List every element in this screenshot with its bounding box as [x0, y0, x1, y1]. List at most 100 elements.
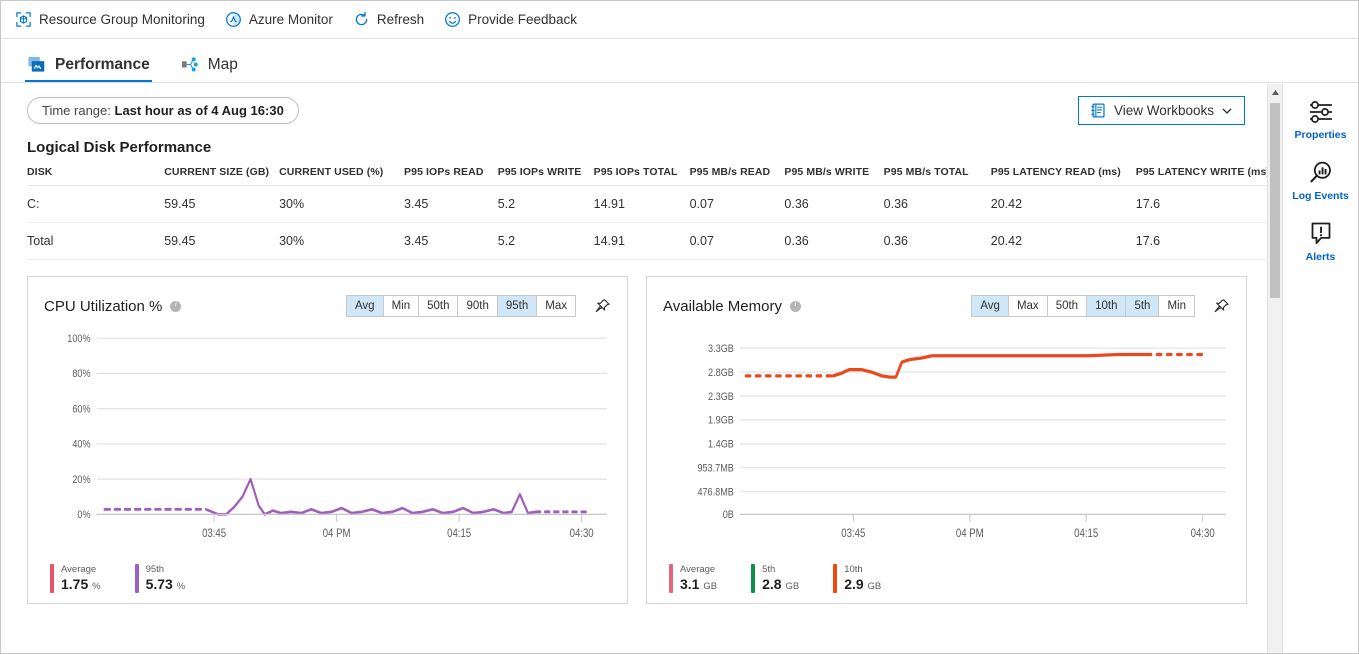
memory-chart-header: Available Memory Avg Max 50th 10th 5th M… — [663, 295, 1230, 317]
refresh-icon — [353, 11, 370, 28]
svg-text:1.9GB: 1.9GB — [708, 415, 734, 427]
view-workbooks-button[interactable]: View Workbooks — [1078, 96, 1245, 125]
svg-text:0%: 0% — [77, 509, 90, 521]
page-title: Logical Disk Performance — [1, 131, 1267, 162]
table-row[interactable]: C: 59.45 30% 3.45 5.2 14.91 0.07 0.36 0.… — [27, 186, 1267, 223]
tab-map[interactable]: Map — [178, 55, 240, 82]
table-cell: 59.45 — [164, 223, 279, 260]
time-range-selector[interactable]: Time range: Last hour as of 4 Aug 16:30 — [27, 97, 299, 124]
table-cell: Total — [27, 223, 164, 260]
memory-chart-title: Available Memory — [663, 298, 782, 315]
cpu-series-line — [206, 479, 536, 514]
cpu-percentile-selector: Avg Min 50th 90th 95th Max — [346, 295, 576, 317]
table-cell: 17.6 — [1136, 186, 1267, 223]
cpu-percentile-max[interactable]: Max — [537, 296, 575, 316]
cpu-percentile-50th[interactable]: 50th — [419, 296, 458, 316]
legend-swatch — [669, 564, 673, 593]
legend-unit: % — [92, 581, 100, 592]
memory-percentile-avg[interactable]: Avg — [972, 296, 1009, 316]
scrollbar-thumb[interactable] — [1270, 103, 1280, 298]
vertical-scrollbar[interactable] — [1267, 84, 1282, 653]
table-row[interactable]: Total 59.45 30% 3.45 5.2 14.91 0.07 0.36… — [27, 223, 1267, 260]
legend-name: Average — [61, 564, 101, 576]
memory-percentile-5th[interactable]: 5th — [1126, 296, 1159, 316]
caret-up-icon — [1271, 89, 1280, 96]
azure-monitor-window: Resource Group Monitoring Azure Monitor … — [0, 0, 1359, 654]
legend-item: 10th 2.9 GB — [833, 564, 881, 593]
command-refresh[interactable]: Refresh — [353, 11, 424, 28]
svg-text:40%: 40% — [72, 439, 90, 451]
rail-item-label: Log Events — [1292, 190, 1349, 202]
legend-swatch — [751, 564, 755, 593]
legend-unit: GB — [785, 581, 799, 592]
svg-text:80%: 80% — [72, 368, 90, 380]
info-icon[interactable] — [790, 301, 801, 312]
memory-percentile-10th[interactable]: 10th — [1087, 296, 1126, 316]
tab-label: Performance — [55, 56, 150, 74]
logical-disk-performance-table: DISK CURRENT SIZE (GB) CURRENT USED (%) … — [27, 162, 1267, 260]
command-provide-feedback[interactable]: Provide Feedback — [444, 11, 577, 28]
table-header-cell[interactable]: P95 LATENCY READ (ms) — [991, 162, 1136, 186]
legend-name: 95th — [146, 564, 186, 576]
legend-value: 2.8 — [762, 576, 781, 592]
tab-performance[interactable]: Performance — [25, 55, 152, 82]
legend-value: 5.73 — [146, 576, 173, 592]
table-header-cell[interactable]: P95 IOPs READ — [404, 162, 498, 186]
table-header-cell[interactable]: CURRENT SIZE (GB) — [164, 162, 279, 186]
legend-swatch — [50, 564, 54, 593]
azure-monitor-icon — [225, 11, 242, 28]
table-cell: 5.2 — [498, 223, 594, 260]
table-header-cell[interactable]: P95 IOPs WRITE — [498, 162, 594, 186]
rail-item-alerts[interactable]: Alerts — [1283, 220, 1358, 263]
table-cell: 30% — [279, 186, 404, 223]
table-header-cell[interactable]: P95 LATENCY WRITE (ms) — [1136, 162, 1267, 186]
search-chart-icon — [1306, 159, 1336, 187]
cpu-chart-header: CPU Utilization % Avg Min 50th 90th 95th… — [44, 295, 611, 317]
rail-item-properties[interactable]: Properties — [1283, 98, 1358, 141]
table-header-cell[interactable]: P95 IOPs TOTAL — [594, 162, 690, 186]
time-range-prefix: Time range: — [42, 103, 111, 118]
table-cell: 0.07 — [690, 223, 785, 260]
workbook-icon — [1090, 102, 1107, 119]
table-header-cell[interactable]: P95 MB/s TOTAL — [884, 162, 991, 186]
cpu-utilization-chart-card: CPU Utilization % Avg Min 50th 90th 95th… — [27, 276, 628, 604]
pin-icon[interactable] — [594, 298, 611, 315]
table-header-cell[interactable]: P95 MB/s WRITE — [784, 162, 883, 186]
table-header-cell[interactable]: DISK — [27, 162, 164, 186]
cpu-legend: Average 1.75 % 95th 5.73 % — [44, 562, 611, 593]
table-header-cell[interactable]: CURRENT USED (%) — [279, 162, 404, 186]
pin-icon[interactable] — [1213, 298, 1230, 315]
rail-item-log-events[interactable]: Log Events — [1283, 159, 1358, 202]
svg-text:3.3GB: 3.3GB — [708, 343, 734, 355]
memory-percentile-max[interactable]: Max — [1009, 296, 1048, 316]
logical-disk-table-scroll[interactable]: DISK CURRENT SIZE (GB) CURRENT USED (%) … — [1, 162, 1267, 260]
cpu-percentile-avg[interactable]: Avg — [347, 296, 384, 316]
memory-percentile-selector: Avg Max 50th 10th 5th Min — [971, 295, 1195, 317]
legend-unit: GB — [703, 581, 717, 592]
cpu-percentile-90th[interactable]: 90th — [458, 296, 497, 316]
command-resource-group-monitoring[interactable]: Resource Group Monitoring — [15, 11, 205, 28]
table-cell: 0.36 — [784, 223, 883, 260]
cpu-chart-title: CPU Utilization % — [44, 298, 162, 315]
legend-name: Average — [680, 564, 717, 576]
memory-line-chart: 3.3GB 2.8GB 2.3GB 1.9GB 1.4GB 953.7MB 47… — [663, 323, 1230, 562]
cpu-percentile-min[interactable]: Min — [384, 296, 420, 316]
cpu-gridlines — [97, 338, 607, 514]
cpu-percentile-95th[interactable]: 95th — [498, 296, 537, 316]
table-header-cell[interactable]: P95 MB/s READ — [690, 162, 785, 186]
alert-bubble-icon — [1306, 220, 1336, 248]
svg-text:20%: 20% — [72, 474, 90, 486]
memory-percentile-50th[interactable]: 50th — [1048, 296, 1087, 316]
table-cell: 5.2 — [498, 186, 594, 223]
command-azure-monitor[interactable]: Azure Monitor — [225, 11, 333, 28]
legend-item: Average 1.75 % — [50, 564, 101, 593]
memory-gridlines — [740, 348, 1226, 514]
scroll-up-button[interactable] — [1268, 84, 1282, 101]
table-cell: 0.07 — [690, 186, 785, 223]
memory-percentile-min[interactable]: Min — [1159, 296, 1194, 316]
info-icon[interactable] — [170, 301, 181, 312]
svg-text:04 PM: 04 PM — [956, 527, 984, 540]
tab-strip: Performance Map — [1, 39, 1358, 83]
table-cell: 14.91 — [594, 186, 690, 223]
table-header-row: DISK CURRENT SIZE (GB) CURRENT USED (%) … — [27, 162, 1267, 186]
